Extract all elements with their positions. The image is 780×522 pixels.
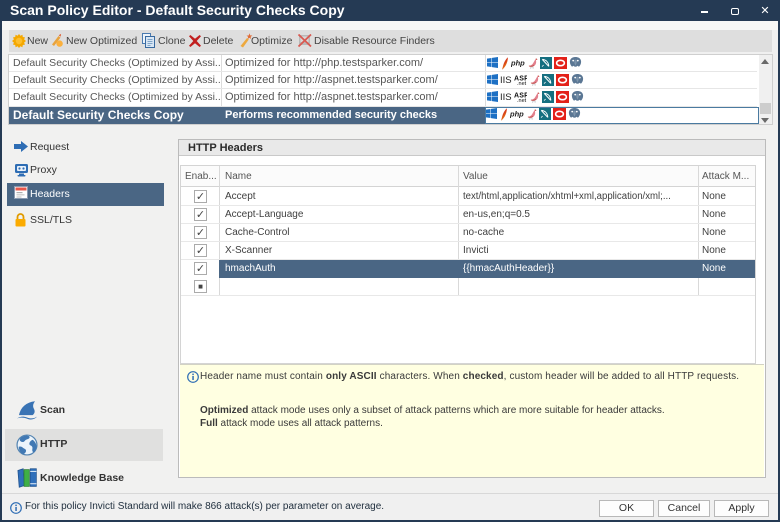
svg-text:IIS: IIS <box>500 92 512 102</box>
svg-text:php: php <box>510 110 524 119</box>
svg-text:php: php <box>511 59 525 68</box>
svg-text:.net: .net <box>517 98 527 102</box>
svg-text:.net: .net <box>517 81 527 85</box>
svg-text:IIS: IIS <box>500 75 512 85</box>
